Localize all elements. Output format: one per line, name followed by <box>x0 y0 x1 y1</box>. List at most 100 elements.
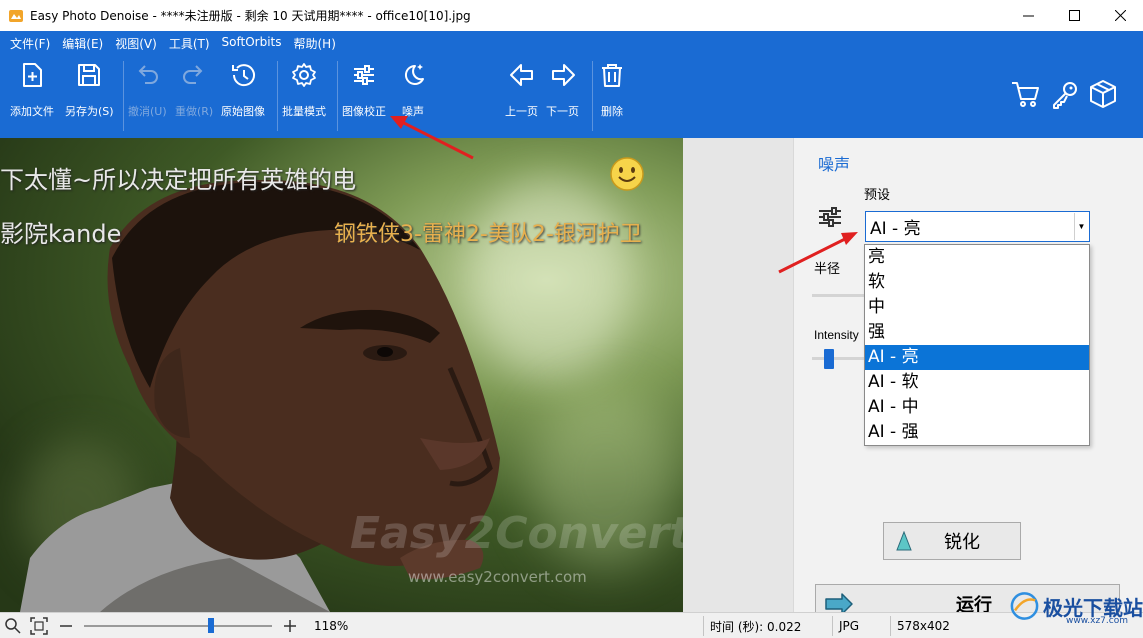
maximize-button[interactable] <box>1051 0 1097 31</box>
triangle-icon <box>896 531 912 551</box>
previous-page-label: 上一页 <box>505 105 538 118</box>
fit-to-screen-icon[interactable] <box>30 617 48 635</box>
noise-label: 噪声 <box>402 105 424 118</box>
undo-label: 撤消(U) <box>128 105 167 118</box>
image-correction-button[interactable]: 图像校正 <box>342 61 386 119</box>
add-file-icon <box>23 63 42 87</box>
menu-help[interactable]: 帮助(H) <box>293 35 335 53</box>
preset-option-ai-medium[interactable]: AI - 中 <box>865 395 1089 420</box>
original-image-label: 原始图像 <box>221 105 265 118</box>
delete-label: 删除 <box>601 105 623 118</box>
site-watermark: 极光下载站 www.xz7.com <box>1010 580 1143 632</box>
preset-label: 预设 <box>864 188 891 203</box>
title-bar: Easy Photo Denoise - ****未注册版 - 剩余 10 天试… <box>0 0 1143 31</box>
history-icon <box>232 64 255 87</box>
preset-option-strong[interactable]: 强 <box>865 320 1089 345</box>
watermark-url: www.easy2convert.com <box>408 568 587 586</box>
previous-page-button[interactable]: 上一页 <box>505 61 538 119</box>
menu-view[interactable]: 视图(V) <box>115 35 157 53</box>
menu-softorbits[interactable]: SoftOrbits <box>222 35 282 53</box>
redo-label: 重做(R) <box>175 105 214 118</box>
status-separator <box>703 616 704 636</box>
undo-button[interactable]: 撤消(U) <box>128 61 167 119</box>
menu-bar: 文件(F) 编辑(E) 视图(V) 工具(T) SoftOrbits 帮助(H) <box>10 35 348 53</box>
intensity-slider-thumb[interactable] <box>824 349 834 369</box>
subtitle-line-1: 下太懂~所以决定把所有英雄的电 <box>0 166 357 194</box>
zoom-slider-thumb[interactable] <box>208 618 214 633</box>
next-page-button[interactable]: 下一页 <box>546 61 579 119</box>
preset-option-ai-bright[interactable]: AI - 亮 <box>865 345 1089 370</box>
toolbar-separator <box>277 61 278 131</box>
toolbar-separator <box>592 61 593 131</box>
maximize-icon <box>1068 10 1080 21</box>
watermark-logo: Easy2Convert <box>350 508 683 559</box>
arrow-left-icon <box>509 64 533 86</box>
zoom-out-icon[interactable] <box>58 618 74 634</box>
panel-title: 噪声 <box>818 155 851 174</box>
save-as-button[interactable]: 另存为(S) <box>65 61 114 119</box>
preset-option-medium[interactable]: 中 <box>865 295 1089 320</box>
preset-combobox[interactable]: AI - 亮 ▼ <box>865 211 1090 242</box>
original-image-button[interactable]: 原始图像 <box>221 61 265 119</box>
trash-icon <box>602 64 622 87</box>
preset-dropdown-list[interactable]: 亮 软 中 强 AI - 亮 AI - 软 AI - 中 AI - 强 <box>864 244 1090 446</box>
sharpen-button[interactable]: 锐化 <box>883 522 1021 560</box>
site-url: www.xz7.com <box>1066 616 1128 626</box>
minimize-button[interactable] <box>1005 0 1051 31</box>
zoom-magnifier-icon[interactable] <box>4 617 22 635</box>
subtitle-line-2: 影院kande <box>0 220 122 248</box>
zoom-slider[interactable] <box>84 625 272 627</box>
radius-label: 半径 <box>814 262 841 277</box>
sharpen-label: 锐化 <box>944 532 980 553</box>
status-separator <box>890 616 891 636</box>
key-icon[interactable] <box>1050 79 1080 109</box>
batch-mode-label: 批量模式 <box>282 105 326 118</box>
preset-sliders-icon <box>819 207 841 227</box>
toolbar-separator <box>123 61 124 131</box>
save-icon <box>78 64 101 86</box>
processing-time: 时间 (秒): 0.022 <box>710 619 802 634</box>
sliders-icon <box>354 65 374 85</box>
redo-button[interactable]: 重做(R) <box>175 61 213 119</box>
intensity-slider[interactable] <box>812 357 872 360</box>
preset-combobox-value: AI - 亮 <box>870 219 921 239</box>
menu-tools[interactable]: 工具(T) <box>169 35 210 53</box>
arrow-right-icon <box>551 64 575 86</box>
menu-file[interactable]: 文件(F) <box>10 35 50 53</box>
redo-icon <box>183 65 203 84</box>
status-separator <box>832 616 833 636</box>
canvas-margin <box>683 138 793 612</box>
cart-icon[interactable] <box>1010 79 1040 109</box>
preset-option-soft[interactable]: 软 <box>865 270 1089 295</box>
delete-button[interactable]: 删除 <box>598 61 626 119</box>
status-bar: 118% 时间 (秒): 0.022 JPG 578x402 <box>0 612 1143 638</box>
close-button[interactable] <box>1097 0 1143 31</box>
radius-slider[interactable] <box>812 294 867 297</box>
image-format: JPG <box>839 619 860 633</box>
add-file-button[interactable]: 添加文件 <box>10 61 54 119</box>
box-icon[interactable] <box>1088 79 1118 109</box>
moon-stars-icon <box>404 64 424 85</box>
image-canvas[interactable]: 下太懂~所以决定把所有英雄的电 影院kande 钢铁侠3-雷神2-美队2-银河护… <box>0 138 683 612</box>
save-as-label: 另存为(S) <box>65 105 114 118</box>
undo-icon <box>138 65 159 84</box>
ribbon-toolbar: 文件(F) 编辑(E) 视图(V) 工具(T) SoftOrbits 帮助(H)… <box>0 31 1143 138</box>
app-logo-icon <box>9 9 23 22</box>
smiley-icon <box>610 157 644 191</box>
preset-option-bright[interactable]: 亮 <box>865 245 1089 270</box>
add-file-label: 添加文件 <box>10 105 54 118</box>
chevron-down-icon[interactable]: ▼ <box>1074 213 1088 240</box>
subtitle-line-3: 钢铁侠3-雷神2-美队2-银河护卫 <box>334 222 642 247</box>
toolbar-separator <box>337 61 338 131</box>
intensity-label: Intensity <box>814 328 859 342</box>
zoom-in-icon[interactable] <box>282 618 298 634</box>
menu-edit[interactable]: 编辑(E) <box>62 35 103 53</box>
zoom-level: 118% <box>314 619 349 633</box>
preset-option-ai-strong[interactable]: AI - 强 <box>865 420 1089 445</box>
batch-mode-button[interactable]: 批量模式 <box>282 61 326 119</box>
minimize-icon <box>1022 15 1034 17</box>
noise-button[interactable]: 噪声 <box>399 61 427 119</box>
preset-option-ai-soft[interactable]: AI - 软 <box>865 370 1089 395</box>
image-dimensions: 578x402 <box>897 619 950 633</box>
window-title: Easy Photo Denoise - ****未注册版 - 剩余 10 天试… <box>30 9 471 23</box>
